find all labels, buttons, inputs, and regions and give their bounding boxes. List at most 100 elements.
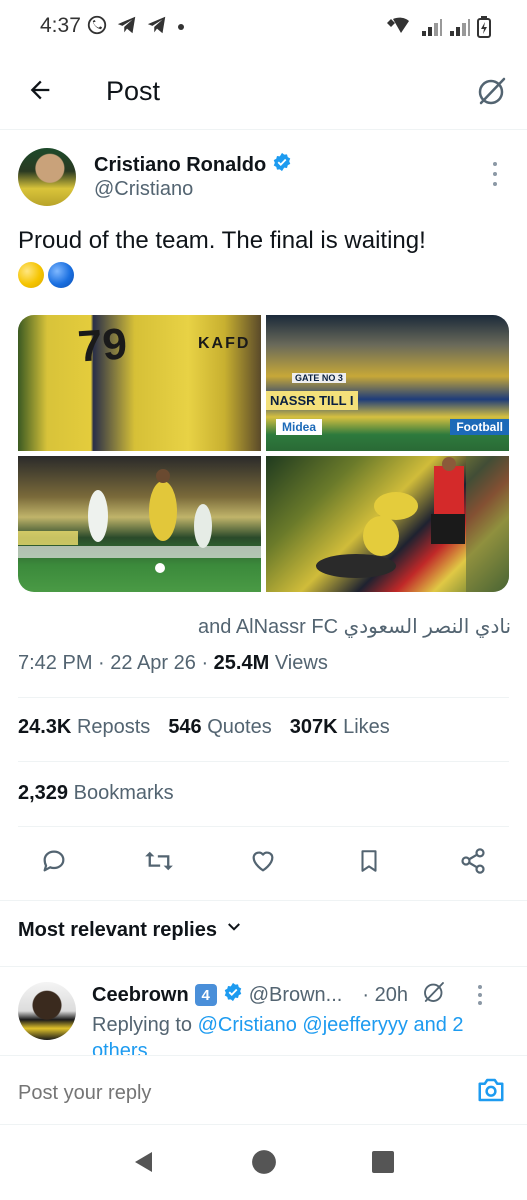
grok-button[interactable] — [473, 74, 511, 112]
bookmarks-count: 2,329 — [18, 782, 69, 804]
tagged-prefix: and AlNassr FC — [198, 616, 344, 638]
tweet-photo[interactable] — [18, 456, 261, 592]
jersey-sponsor: KAFD — [198, 335, 251, 352]
jersey-number: 79 — [76, 319, 129, 372]
bookmark-button[interactable] — [352, 846, 386, 880]
blue-circle-emoji-icon — [48, 262, 74, 288]
gate-sign: GATE NO 3 — [292, 373, 346, 383]
repost-icon — [144, 847, 174, 880]
meta-separator: · — [98, 652, 111, 674]
author-name: Cristiano Ronaldo — [94, 153, 267, 176]
divider — [18, 761, 509, 762]
author-name-row[interactable]: Cristiano Ronaldo — [94, 152, 292, 178]
circle-home-icon — [251, 1149, 277, 1180]
repost-button[interactable] — [142, 846, 176, 880]
reply-composer — [0, 1055, 527, 1125]
reposts-count: 24.3K — [18, 716, 72, 738]
signal-icon — [449, 17, 471, 42]
divider — [0, 900, 527, 901]
page-title: Post — [106, 76, 161, 106]
nav-home-button[interactable] — [250, 1149, 278, 1180]
telegram-icon — [116, 14, 138, 41]
quotes-stat[interactable]: 546 Quotes — [168, 716, 271, 739]
likes-stat[interactable]: 307K Likes — [290, 716, 390, 739]
tweet-photo[interactable] — [266, 456, 509, 592]
author-handle[interactable]: @Cristiano — [94, 178, 193, 201]
author-avatar[interactable] — [18, 148, 76, 206]
views-label: Views — [274, 652, 328, 674]
grok-icon[interactable] — [422, 980, 446, 1010]
reply-input[interactable] — [18, 1082, 438, 1105]
arrow-left-icon — [26, 76, 54, 109]
status-system-icons — [385, 16, 491, 43]
like-button[interactable] — [246, 846, 280, 880]
camera-button[interactable] — [475, 1076, 507, 1108]
reply-author-handle[interactable]: @Brown... — [249, 984, 343, 1007]
reply-mention[interactable]: @jeefferyyy — [302, 1014, 408, 1036]
tweet-text: Proud of the team. The final is waiting! — [18, 227, 426, 254]
signal-icon — [421, 17, 443, 42]
status-notification-icons — [86, 14, 186, 41]
keycap-four-emoji-icon: 4 — [194, 984, 217, 1006]
reply-author-name[interactable]: Ceebrown — [92, 984, 189, 1007]
tweet-photo[interactable]: GATE NO 3 NASSR TILL I Midea Football — [266, 315, 509, 451]
camera-icon — [476, 1075, 506, 1110]
top-app-bar: Post — [0, 56, 527, 130]
more-vertical-icon[interactable] — [477, 985, 482, 1005]
likes-count: 307K — [289, 716, 338, 738]
divider — [0, 966, 527, 967]
meta-separator: · — [201, 652, 214, 674]
more-vertical-icon-dot — [493, 182, 497, 186]
nav-back-button[interactable] — [130, 1150, 158, 1178]
tweet-photo[interactable]: 79 KAFD — [18, 315, 261, 451]
reply-button[interactable] — [37, 846, 71, 880]
bookmarks-stat[interactable]: 2,329 Bookmarks — [18, 782, 174, 805]
replying-prefix: Replying to — [92, 1014, 198, 1036]
share-button[interactable] — [456, 846, 490, 880]
back-button[interactable] — [22, 74, 58, 110]
tweet-time: 7:42 PM — [18, 652, 93, 674]
media-grid: 79 KAFD GATE NO 3 NASSR TILL I Midea Foo… — [18, 315, 509, 592]
replies-sort-label: Most relevant replies — [18, 918, 217, 941]
status-bar: 4:37 — [0, 0, 527, 54]
verified-badge-icon — [223, 982, 243, 1008]
bookmark-icon — [356, 847, 382, 880]
tagged-arabic-name: نادي النصر السعودي — [343, 616, 512, 638]
more-vertical-icon-dot — [477, 985, 482, 989]
quotes-label: Quotes — [207, 716, 272, 738]
nav-recents-button[interactable] — [369, 1150, 397, 1178]
wifi-icon — [385, 17, 415, 42]
replies-sort-dropdown[interactable]: Most relevant replies — [18, 918, 243, 942]
battery-icon — [477, 16, 491, 43]
divider — [18, 697, 509, 698]
more-options-button[interactable] — [485, 162, 505, 186]
reply-mention[interactable]: @Cristiano — [198, 1014, 297, 1036]
quotes-count: 546 — [168, 716, 202, 738]
chevron-down-icon — [225, 918, 243, 942]
likes-label: Likes — [343, 716, 390, 738]
views-count: 25.4M — [213, 652, 270, 674]
more-vertical-icon — [493, 162, 497, 166]
verified-badge-icon — [272, 152, 292, 178]
more-vertical-icon-dot — [493, 172, 497, 176]
reply-avatar[interactable] — [18, 982, 76, 1040]
tweet-meta: 7:42 PM · 22 Apr 26 · 25.4M Views — [18, 652, 328, 675]
reposts-stat[interactable]: 24.3K Reposts — [18, 716, 150, 739]
sponsor-board: Football — [450, 419, 509, 435]
status-time: 4:37 — [40, 14, 81, 37]
reply-time: · 20h — [362, 983, 408, 1006]
keycap-number: 4 — [201, 986, 210, 1004]
tweet-emoji — [18, 262, 74, 288]
reply-header: Ceebrown 4 @Brown... · 20h — [92, 980, 512, 1010]
share-icon — [459, 847, 487, 880]
more-vertical-icon-dot — [477, 993, 482, 997]
tagged-accounts[interactable]: and AlNassr FC نادي النصر السعودي — [198, 614, 511, 639]
more-notifications-icon — [176, 19, 186, 37]
system-navigation-bar — [0, 1126, 527, 1200]
bookmarks-label: Bookmarks — [73, 782, 174, 804]
telegram-icon — [146, 14, 168, 41]
square-recents-icon — [371, 1150, 395, 1179]
reposts-label: Reposts — [76, 716, 151, 738]
whatsapp-icon — [86, 14, 108, 41]
yellow-circle-emoji-icon — [18, 262, 44, 288]
